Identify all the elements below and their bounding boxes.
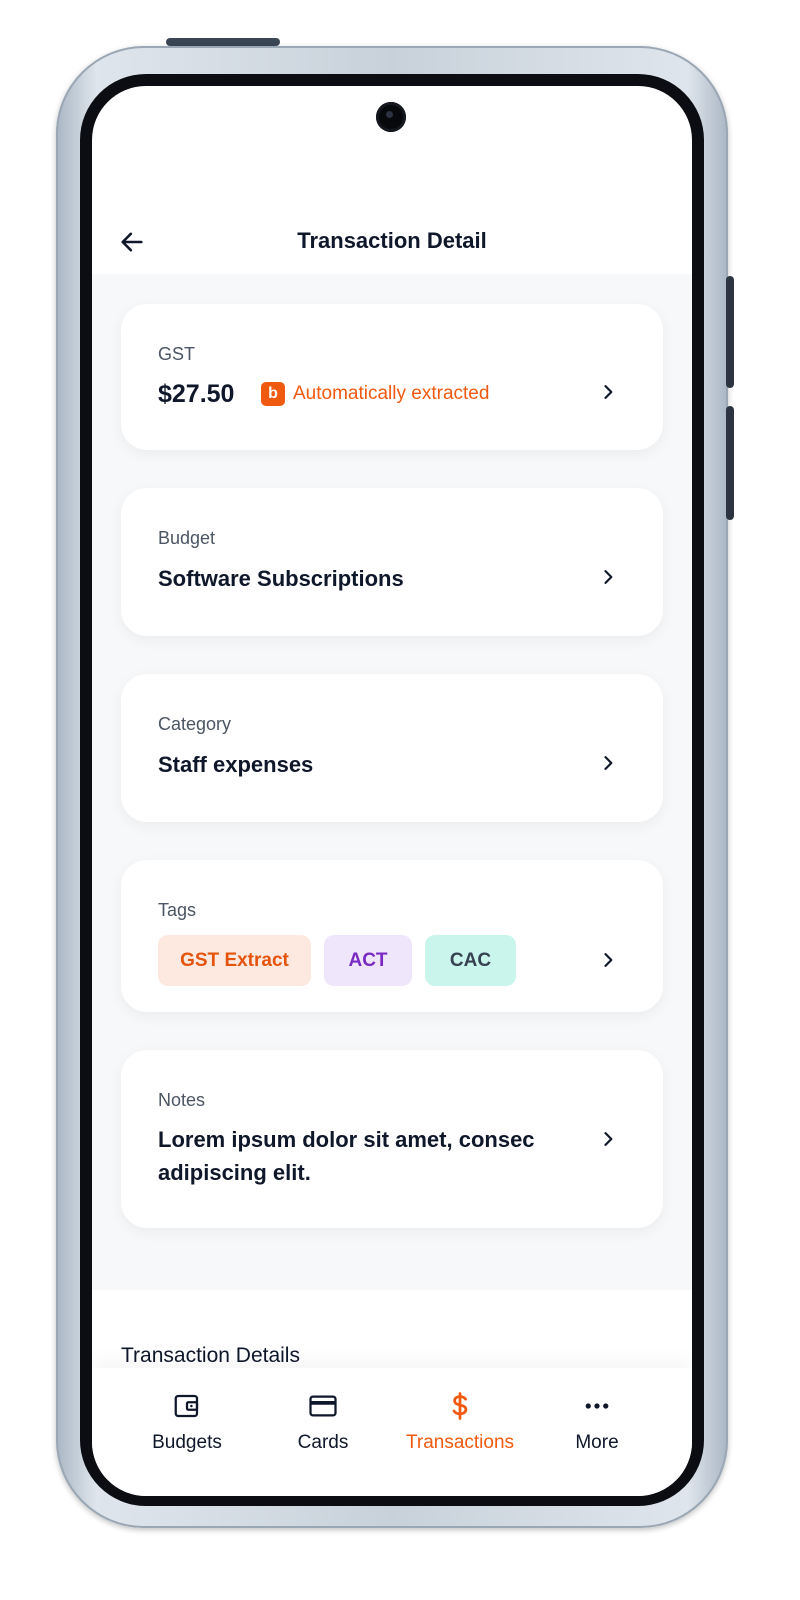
gst-amount: $27.50 <box>158 380 235 408</box>
budget-label: Budget <box>158 528 216 548</box>
nav-item-more[interactable]: More <box>532 1390 662 1454</box>
page-title: Transaction Detail <box>297 228 487 253</box>
tags-card[interactable]: Tags GST Extract ACT CAC <box>121 860 663 1012</box>
chevron-right-icon <box>597 752 619 774</box>
more-icon <box>582 1390 612 1422</box>
nav-label-cards: Cards <box>297 1432 349 1453</box>
category-label: Category <box>158 714 232 734</box>
category-card[interactable]: Category Staff expenses <box>121 674 663 822</box>
bottom-navigation: Budgets Cards Transactions More <box>92 1368 692 1496</box>
notes-text: Lorem ipsum dolor sit amet, consec adipi… <box>158 1127 535 1185</box>
wallet-icon <box>172 1390 202 1422</box>
gst-label: GST <box>158 344 196 364</box>
tag-chip-act[interactable]: ACT <box>324 935 412 986</box>
category-value: Staff expenses <box>158 752 314 777</box>
chevron-right-icon <box>597 381 619 403</box>
tag-chip-cac[interactable]: CAC <box>425 935 516 986</box>
detail-list: GST $27.50 b Automatically extracted Bud… <box>92 274 692 1290</box>
nav-item-transactions[interactable]: Transactions <box>395 1390 525 1454</box>
section-title-transaction-details: Transaction Details <box>121 1344 300 1367</box>
chevron-right-icon <box>597 566 619 588</box>
gst-card[interactable]: GST $27.50 b Automatically extracted <box>121 304 663 450</box>
nav-label-transactions: Transactions <box>405 1432 515 1453</box>
volume-down-button <box>726 406 734 520</box>
chevron-right-icon <box>597 949 619 971</box>
dollar-icon <box>445 1390 475 1422</box>
nav-label-budgets: Budgets <box>152 1432 222 1453</box>
chevron-right-icon <box>597 1128 619 1150</box>
nav-item-cards[interactable]: Cards <box>258 1390 388 1454</box>
top-bar: Transaction Detail <box>92 210 692 274</box>
auto-extracted-badge: b Automatically extracted <box>261 382 489 406</box>
card-icon <box>307 1390 339 1422</box>
front-camera <box>376 102 406 132</box>
budget-card[interactable]: Budget Software Subscriptions <box>121 488 663 636</box>
notes-label: Notes <box>158 1090 206 1110</box>
auto-extracted-text: Automatically extracted <box>293 383 490 404</box>
app-screen: Transaction Detail GST $27.50 b Automati… <box>92 86 692 1496</box>
volume-up-button <box>726 276 734 388</box>
notes-card[interactable]: Notes Lorem ipsum dolor sit amet, consec… <box>121 1050 663 1228</box>
tag-chip-gst-extract[interactable]: GST Extract <box>158 935 311 986</box>
nav-item-budgets[interactable]: Budgets <box>122 1390 252 1454</box>
power-button-top <box>166 38 280 46</box>
tags-label: Tags <box>158 900 197 920</box>
budget-value: Software Subscriptions <box>158 566 404 591</box>
nav-label-more: More <box>575 1432 619 1453</box>
extract-logo-icon: b <box>261 382 285 406</box>
